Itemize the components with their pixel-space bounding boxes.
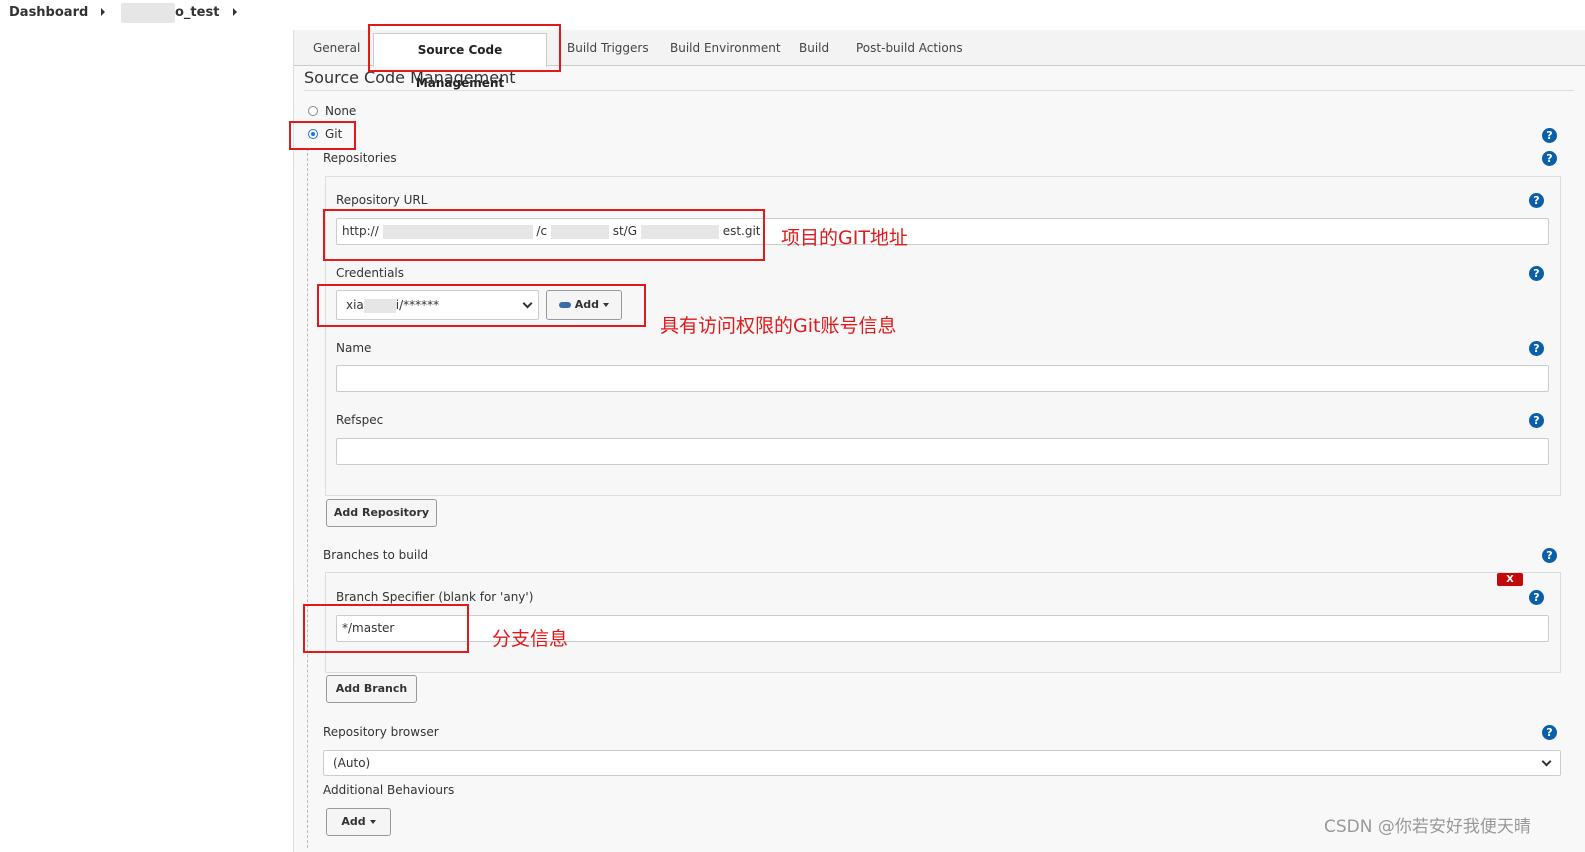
- scm-none-label: None: [325, 104, 357, 118]
- chevron-down-icon: [522, 298, 533, 309]
- section-title: Source Code Management: [304, 68, 516, 87]
- repositories-label: Repositories: [323, 151, 397, 165]
- url-part: /c: [536, 224, 548, 238]
- caret-down-icon: [369, 820, 376, 824]
- redacted-text: [382, 224, 533, 239]
- breadcrumb-dashboard[interactable]: Dashboard: [9, 5, 88, 20]
- redacted-text: [121, 3, 175, 23]
- tab-build-environment[interactable]: Build Environment: [670, 41, 781, 55]
- refspec-input[interactable]: [336, 438, 1549, 465]
- url-part: st/G: [612, 224, 638, 238]
- annotation-git-url: 项目的GIT地址: [781, 227, 908, 249]
- url-prefix: http://: [342, 224, 379, 238]
- key-icon: [558, 302, 571, 308]
- redacted-text: [640, 224, 719, 239]
- credentials-suffix: i/******: [395, 298, 440, 312]
- caret-down-icon: [603, 303, 610, 307]
- help-icon[interactable]: ?: [1529, 590, 1544, 605]
- scm-none-radio[interactable]: [308, 106, 318, 116]
- annotation-credentials: 具有访问权限的Git账号信息: [660, 315, 897, 337]
- repository-name-input[interactable]: [336, 365, 1549, 392]
- branch-specifier-label: Branch Specifier (blank for 'any'): [336, 590, 534, 604]
- delete-branch-button[interactable]: X: [1497, 573, 1523, 586]
- redacted-text: [363, 298, 396, 313]
- refspec-label: Refspec: [336, 413, 384, 427]
- help-icon[interactable]: ?: [1542, 548, 1557, 563]
- help-icon[interactable]: ?: [1529, 266, 1544, 281]
- help-icon[interactable]: ?: [1529, 193, 1544, 208]
- section-divider: [304, 90, 1574, 91]
- help-icon[interactable]: ?: [1529, 413, 1544, 428]
- repository-browser-value: (Auto): [333, 756, 371, 770]
- tab-build[interactable]: Build: [799, 41, 829, 55]
- add-credentials-button[interactable]: Add: [546, 290, 622, 320]
- chevron-right-icon[interactable]: [101, 8, 105, 16]
- breadcrumb: Dashboard o_test: [0, 0, 1585, 30]
- repository-browser-label: Repository browser: [323, 725, 439, 739]
- redacted-text: [550, 224, 609, 239]
- tab-build-triggers[interactable]: Build Triggers: [567, 41, 649, 55]
- tab-bar: General Source Code Management Build Tri…: [294, 30, 1585, 90]
- help-icon[interactable]: ?: [1542, 128, 1557, 143]
- add-repository-button[interactable]: Add Repository: [326, 499, 437, 527]
- url-suffix: est.git: [722, 224, 761, 238]
- annotation-branch: 分支信息: [492, 628, 569, 650]
- breadcrumb-job[interactable]: o_test: [175, 5, 219, 20]
- tab-general[interactable]: General: [313, 41, 360, 55]
- repository-url-input[interactable]: http:// /c st/G est.git: [336, 218, 1549, 245]
- repository-browser-select[interactable]: (Auto): [323, 750, 1561, 776]
- add-behaviour-label: Add: [341, 815, 366, 828]
- watermark: CSDN @你若安好我便天晴: [1324, 817, 1531, 837]
- help-icon[interactable]: ?: [1542, 725, 1557, 740]
- scm-git-label: Git: [325, 127, 343, 141]
- branches-label: Branches to build: [323, 548, 429, 562]
- credentials-prefix: xia: [346, 298, 364, 312]
- help-icon[interactable]: ?: [1529, 341, 1544, 356]
- git-section-indent: [307, 148, 308, 848]
- config-panel: General Source Code Management Build Tri…: [293, 30, 1585, 852]
- add-branch-button[interactable]: Add Branch: [326, 675, 417, 703]
- add-credentials-label: Add: [574, 298, 600, 311]
- tab-source-code-management[interactable]: Source Code Management: [373, 33, 547, 90]
- credentials-label: Credentials: [336, 266, 405, 280]
- credentials-select[interactable]: xia i/******: [336, 290, 539, 320]
- tab-post-build-actions[interactable]: Post-build Actions: [856, 41, 963, 55]
- help-icon[interactable]: ?: [1542, 151, 1557, 166]
- add-behaviour-button[interactable]: Add: [326, 808, 391, 836]
- repository-url-label: Repository URL: [336, 193, 428, 207]
- additional-behaviours-label: Additional Behaviours: [323, 783, 455, 797]
- name-label: Name: [336, 341, 372, 355]
- scm-git-radio[interactable]: [308, 129, 318, 139]
- chevron-down-icon: [1541, 756, 1552, 767]
- chevron-right-icon[interactable]: [233, 8, 237, 16]
